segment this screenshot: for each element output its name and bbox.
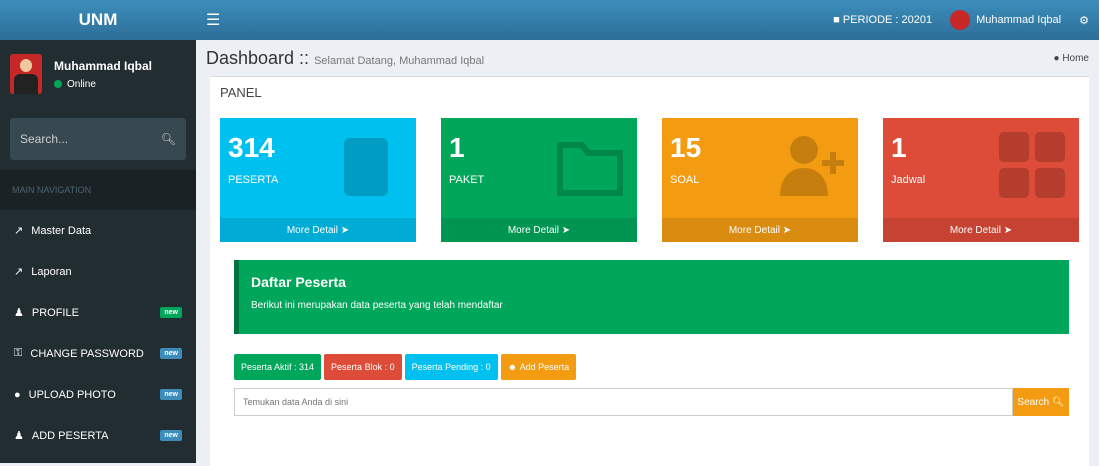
user-add-icon xyxy=(776,130,846,200)
sidebar-item-label: Laporan xyxy=(31,266,71,278)
share-icon: ↗ xyxy=(14,265,23,278)
peserta-blok-button[interactable]: Peserta Blok : 0 xyxy=(324,354,402,380)
stat-card-soal: 15SOALMore Detail ➤ xyxy=(662,118,858,242)
top-navbar: ☰ ■ PERIODE : 20201 Muhammad Iqbal ⚙ xyxy=(196,0,1099,40)
search-row: Search 🔍︎ xyxy=(234,388,1069,416)
more-detail-link[interactable]: More Detail ➤ xyxy=(220,218,416,242)
folder-icon xyxy=(555,130,625,200)
breadcrumb-home[interactable]: Home xyxy=(1062,53,1089,64)
gears-icon[interactable]: ⚙ xyxy=(1079,14,1089,27)
callout-text: Berikut ini merupakan data peserta yang … xyxy=(251,300,1057,311)
more-detail-link[interactable]: More Detail ➤ xyxy=(883,218,1079,242)
brand-text: UNM xyxy=(79,10,118,30)
search-icon[interactable]: 🔍︎ xyxy=(161,132,176,146)
stat-card-paket: 1PAKETMore Detail ➤ xyxy=(441,118,637,242)
sidebar-item-label: ADD PESERTA xyxy=(32,430,109,442)
search-input[interactable]: Search... xyxy=(20,132,68,146)
more-detail-label: More Detail xyxy=(950,225,1001,236)
peserta-pending-button[interactable]: Peserta Pending : 0 xyxy=(405,354,498,380)
new-badge: new xyxy=(160,348,182,359)
callout-title: Daftar Peserta xyxy=(251,274,1057,290)
page-subtitle: Selamat Datang, Muhammad Iqbal xyxy=(314,55,484,67)
nav-header: MAIN NAVIGATION xyxy=(0,170,196,210)
sidebar-item-laporan[interactable]: ↗ Laporan xyxy=(0,251,196,292)
user-name: Muhammad Iqbal xyxy=(54,59,152,73)
key-icon: ⚿ xyxy=(14,347,22,360)
user-menu[interactable]: Muhammad Iqbal xyxy=(950,10,1061,30)
new-badge: new xyxy=(160,307,182,318)
content: Dashboard :: Selamat Datang, Muhammad Iq… xyxy=(196,40,1099,463)
user-icon: ♟ xyxy=(14,306,24,319)
search-button-label: Search xyxy=(1017,397,1049,408)
sidebar: UNM Muhammad Iqbal Online Search... 🔍︎ M… xyxy=(0,0,196,463)
avatar-small xyxy=(950,10,970,30)
stat-card-peserta: 314PESERTAMore Detail ➤ xyxy=(220,118,416,242)
panel-box: PANEL 314PESERTAMore Detail ➤1PAKETMore … xyxy=(210,76,1089,466)
sidebar-item-add-peserta[interactable]: ♟ ADD PESERTA new xyxy=(0,415,196,456)
grid-icon xyxy=(997,130,1067,200)
stat-card-jadwal: 1JadwalMore Detail ➤ xyxy=(883,118,1079,242)
arrow-circle-right-icon: ➤ xyxy=(1004,225,1012,236)
sidebar-search[interactable]: Search... 🔍︎ xyxy=(10,118,186,160)
user-status: Online xyxy=(54,79,152,90)
sidebar-item-profile[interactable]: ♟ PROFILE new xyxy=(0,292,196,333)
new-badge: new xyxy=(160,430,182,441)
panel-title: PANEL xyxy=(220,85,1079,100)
periode-text: PERIODE : 20201 xyxy=(843,14,932,26)
more-detail-link[interactable]: More Detail ➤ xyxy=(441,218,637,242)
online-dot-icon xyxy=(54,80,62,88)
sidebar-item-label: Master Data xyxy=(31,225,91,237)
sidebar-item-label: CHANGE PASSWORD xyxy=(30,348,143,360)
page-title: Dashboard :: Selamat Datang, Muhammad Iq… xyxy=(206,48,484,69)
add-peserta-button[interactable]: ☻ Add Peserta xyxy=(501,354,577,380)
add-peserta-label: Add Peserta xyxy=(520,362,570,372)
user-panel: Muhammad Iqbal Online xyxy=(0,40,196,108)
user-plus-icon: ♟ xyxy=(14,429,24,442)
menu-toggle-icon[interactable]: ☰ xyxy=(206,10,220,30)
sidebar-item-label: UPLOAD PHOTO xyxy=(29,389,116,401)
arrow-circle-right-icon: ➤ xyxy=(783,225,791,236)
brand-logo[interactable]: UNM xyxy=(0,0,196,40)
breadcrumb[interactable]: ● Home xyxy=(1053,53,1089,64)
share-icon: ↗ xyxy=(14,224,23,237)
sidebar-item-change-password[interactable]: ⚿ CHANGE PASSWORD new xyxy=(0,333,196,374)
more-detail-label: More Detail xyxy=(287,225,338,236)
sidebar-item-label: PROFILE xyxy=(32,307,79,319)
avatar xyxy=(10,54,42,94)
comment-icon: ● xyxy=(14,389,21,401)
topbar-user-name: Muhammad Iqbal xyxy=(976,14,1061,26)
callout-daftar-peserta: Daftar Peserta Berikut ini merupakan dat… xyxy=(234,260,1069,334)
more-detail-link[interactable]: More Detail ➤ xyxy=(662,218,858,242)
sidebar-item-master-data[interactable]: ↗ Master Data xyxy=(0,210,196,251)
new-badge: new xyxy=(160,389,182,400)
book-icon xyxy=(334,130,404,200)
periode-indicator[interactable]: ■ PERIODE : 20201 xyxy=(833,14,932,26)
arrow-circle-right-icon: ➤ xyxy=(562,225,570,236)
search-icon: 🔍︎ xyxy=(1052,397,1065,408)
more-detail-label: More Detail xyxy=(729,225,780,236)
status-text: Online xyxy=(67,79,96,90)
peserta-aktif-button[interactable]: Peserta Aktif : 314 xyxy=(234,354,321,380)
users-icon: ☻ xyxy=(508,362,517,372)
arrow-circle-right-icon: ➤ xyxy=(341,225,349,236)
search-data-input[interactable] xyxy=(234,388,1013,416)
search-button[interactable]: Search 🔍︎ xyxy=(1013,388,1069,416)
more-detail-label: More Detail xyxy=(508,225,559,236)
sidebar-item-upload-photo[interactable]: ● UPLOAD PHOTO new xyxy=(0,374,196,415)
